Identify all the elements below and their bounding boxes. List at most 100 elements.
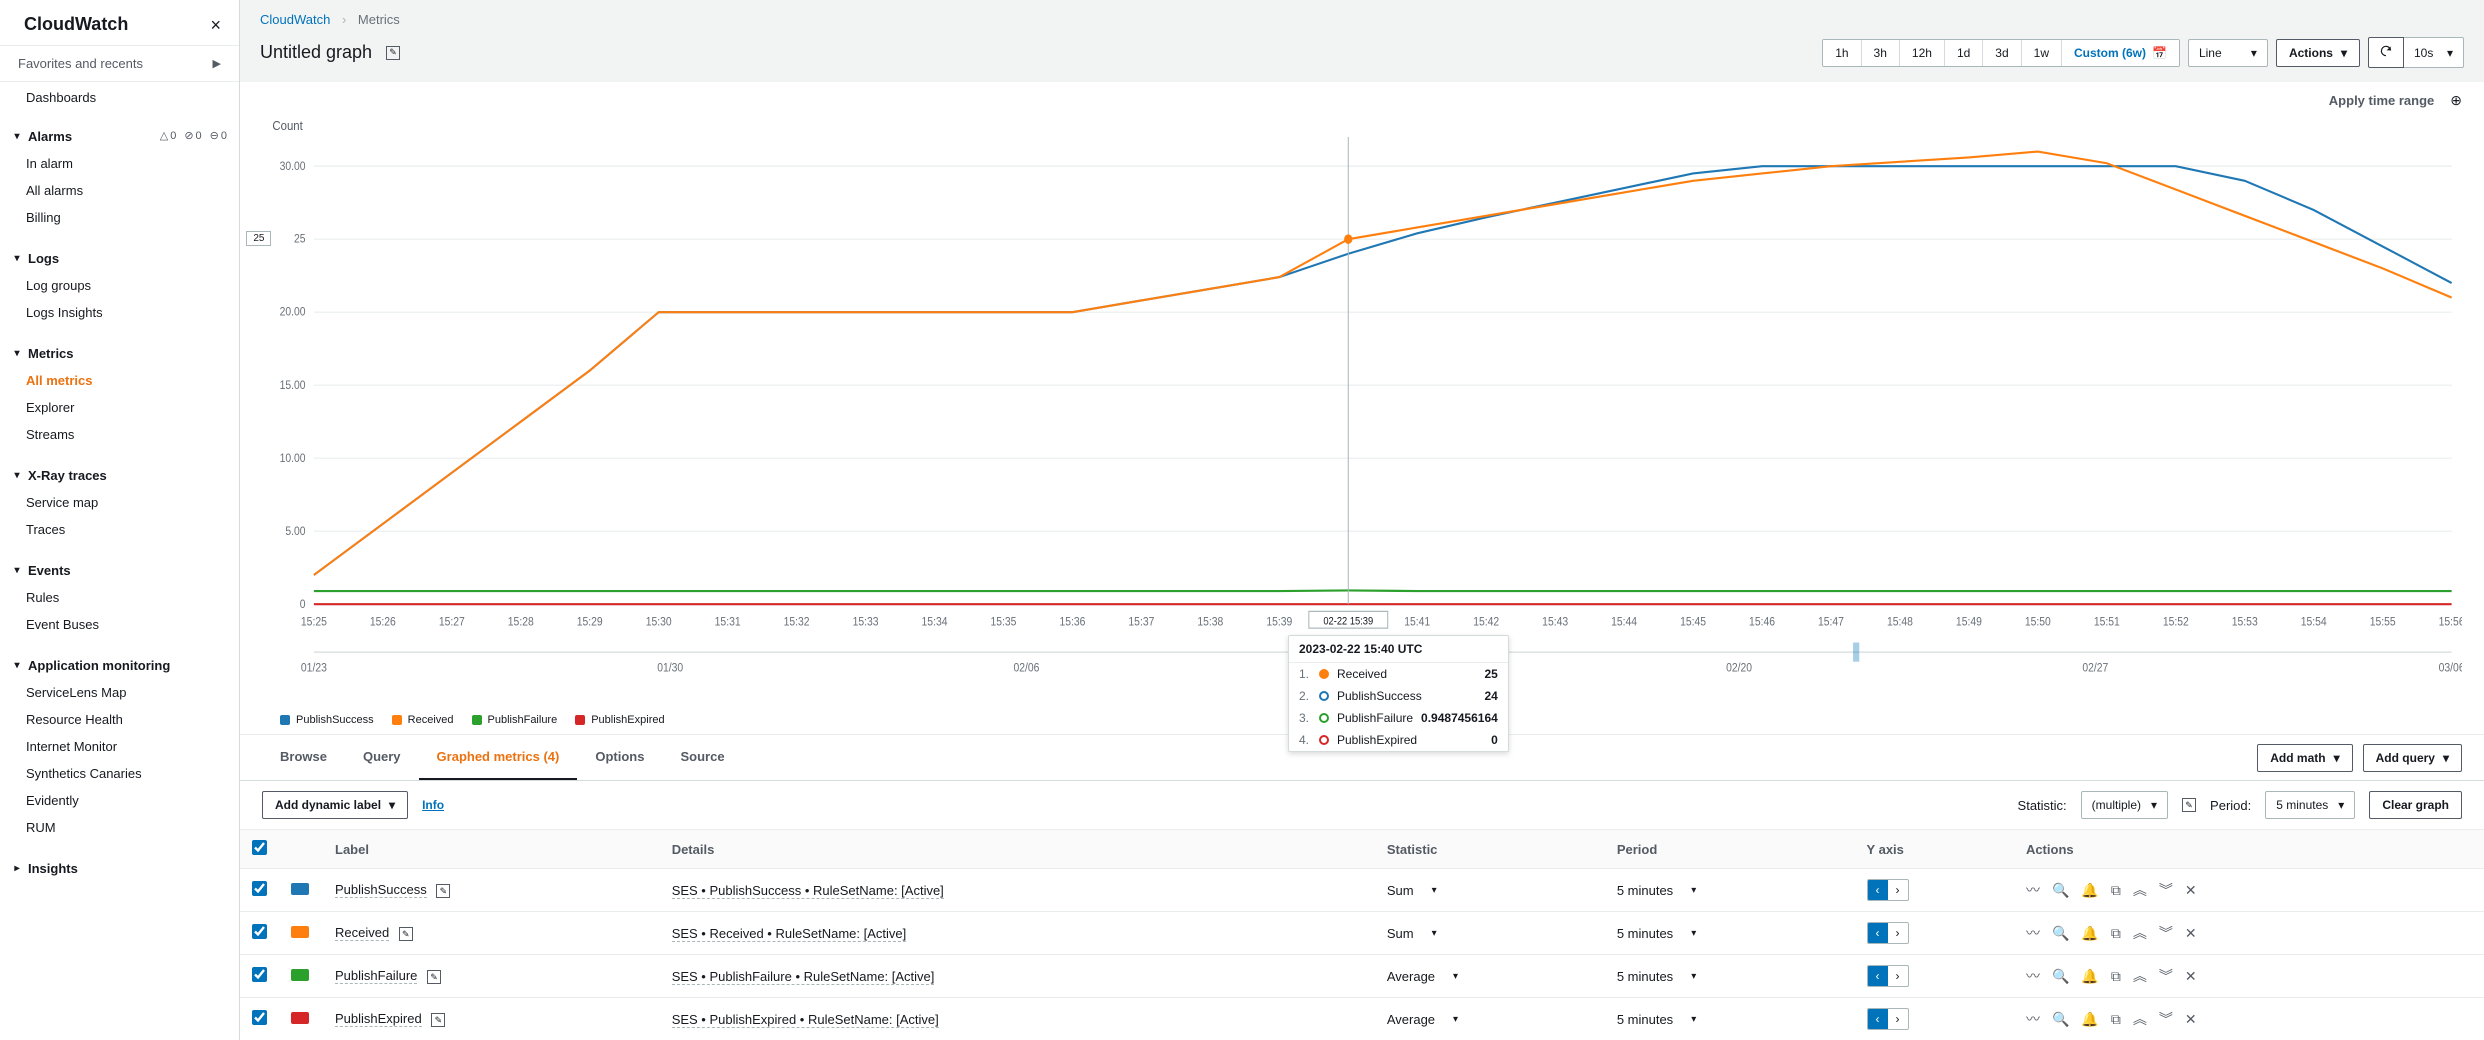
row-copy-icon[interactable]: ⧉ [2111,882,2121,899]
metric-label[interactable]: Received [335,925,389,941]
nav-group-appmon[interactable]: ▾ Application monitoring [0,650,239,679]
row-down-icon[interactable]: ︾ [2159,966,2173,986]
row-down-icon[interactable]: ︾ [2159,880,2173,900]
nav-dashboards[interactable]: Dashboards [0,82,239,113]
sidebar-item-in-alarm[interactable]: In alarm [0,150,239,177]
add-query-button[interactable]: Add query ▾ [2363,744,2462,772]
chart-area[interactable]: Count05.0010.0015.0020.002530.0015:2515:… [240,113,2484,712]
row-checkbox[interactable] [252,881,267,896]
row-period-select[interactable]: 5 minutes▾ [1617,1012,1696,1027]
y-axis-toggle[interactable]: ‹› [1867,1008,1909,1030]
row-stat-select[interactable]: Average▾ [1387,1012,1458,1027]
row-chart-icon[interactable]: 〰 [2026,966,2040,986]
metric-details[interactable]: SES • PublishExpired • RuleSetName: [Act… [672,1012,939,1028]
apply-time-range[interactable]: Apply time range [2329,93,2434,108]
row-search-icon[interactable]: 🔍 [2052,1011,2069,1028]
row-alarm-icon[interactable]: 🔔 [2081,968,2098,985]
row-search-icon[interactable]: 🔍 [2052,925,2069,942]
legend-received[interactable]: Received [392,714,454,726]
sidebar-item-servicelens-map[interactable]: ServiceLens Map [0,679,239,706]
metric-details[interactable]: SES • PublishFailure • RuleSetName: [Act… [672,969,935,985]
tab-browse[interactable]: Browse [262,735,345,780]
row-remove-icon[interactable]: ✕ [2185,968,2197,985]
actions-button[interactable]: Actions ▾ [2276,39,2360,67]
edit-label-icon[interactable]: ✎ [427,970,441,984]
sidebar-item-all-alarms[interactable]: All alarms [0,177,239,204]
range-custom6w[interactable]: Custom (6w)📅 [2062,40,2179,66]
tab-graphed[interactable]: Graphed metrics (4) [419,735,578,780]
row-search-icon[interactable]: 🔍 [2052,968,2069,985]
breadcrumb-root[interactable]: CloudWatch [260,12,330,27]
row-down-icon[interactable]: ︾ [2159,923,2173,943]
edit-label-icon[interactable]: ✎ [436,884,450,898]
sidebar-item-streams[interactable]: Streams [0,421,239,448]
row-checkbox[interactable] [252,967,267,982]
range-3h[interactable]: 3h [1862,40,1900,66]
row-alarm-icon[interactable]: 🔔 [2081,882,2098,899]
edit-label-icon[interactable]: ✎ [431,1013,445,1027]
row-search-icon[interactable]: 🔍 [2052,882,2069,899]
metric-label[interactable]: PublishFailure [335,968,417,984]
refresh-button[interactable] [2368,37,2404,68]
row-period-select[interactable]: 5 minutes▾ [1617,926,1696,941]
select-all-checkbox[interactable] [252,840,267,855]
color-swatch[interactable] [291,1012,309,1024]
tab-source[interactable]: Source [662,735,742,780]
sidebar-item-evidently[interactable]: Evidently [0,787,239,814]
row-up-icon[interactable]: ︽ [2133,1009,2147,1029]
range-1h[interactable]: 1h [1823,40,1861,66]
metric-label[interactable]: PublishSuccess [335,882,427,898]
row-period-select[interactable]: 5 minutes▾ [1617,969,1696,984]
tab-options[interactable]: Options [577,735,662,780]
row-alarm-icon[interactable]: 🔔 [2081,925,2098,942]
nav-group-logs[interactable]: ▾ Logs [0,243,239,272]
period-select[interactable]: 5 minutes ▾ [2265,791,2355,819]
row-up-icon[interactable]: ︽ [2133,966,2147,986]
sidebar-item-traces[interactable]: Traces [0,516,239,543]
edit-title-icon[interactable]: ✎ [386,46,400,60]
sidebar-close-icon[interactable]: × [210,16,221,34]
row-copy-icon[interactable]: ⧉ [2111,1011,2121,1028]
nav-group-events[interactable]: ▾ Events [0,555,239,584]
nav-group-metrics[interactable]: ▾ Metrics [0,338,239,367]
nav-group-xray[interactable]: ▾ X-Ray traces [0,460,239,489]
metric-label[interactable]: PublishExpired [335,1011,422,1027]
sidebar-item-service-map[interactable]: Service map [0,489,239,516]
range-12h[interactable]: 12h [1900,40,1945,66]
row-chart-icon[interactable]: 〰 [2026,923,2040,943]
row-remove-icon[interactable]: ✕ [2185,882,2197,899]
row-alarm-icon[interactable]: 🔔 [2081,1011,2098,1028]
legend-publishexpired[interactable]: PublishExpired [575,714,664,726]
sidebar-item-rules[interactable]: Rules [0,584,239,611]
range-1w[interactable]: 1w [2022,40,2062,66]
favorites-recents[interactable]: Favorites and recents ▶ [0,45,239,82]
nav-group-alarms[interactable]: ▾ Alarms [0,121,90,150]
color-swatch[interactable] [291,926,309,938]
sidebar-item-internet-monitor[interactable]: Internet Monitor [0,733,239,760]
add-math-button[interactable]: Add math ▾ [2257,744,2352,772]
tab-query[interactable]: Query [345,735,419,780]
edit-statistic-icon[interactable]: ✎ [2182,798,2196,812]
row-stat-select[interactable]: Average▾ [1387,969,1458,984]
row-checkbox[interactable] [252,1010,267,1025]
metric-details[interactable]: SES • Received • RuleSetName: [Active] [672,926,907,942]
y-axis-toggle[interactable]: ‹› [1867,922,1909,944]
edit-label-icon[interactable]: ✎ [399,927,413,941]
row-period-select[interactable]: 5 minutes▾ [1617,883,1696,898]
statistic-select[interactable]: (multiple) ▾ [2081,791,2168,819]
row-stat-select[interactable]: Sum▾ [1387,883,1437,898]
sidebar-item-event-buses[interactable]: Event Buses [0,611,239,638]
zoom-icon[interactable]: ⊕ [2450,92,2462,109]
y-axis-toggle[interactable]: ‹› [1867,965,1909,987]
refresh-interval-select[interactable]: 10s ▾ [2404,37,2464,68]
info-link[interactable]: Info [422,798,444,812]
nav-group-insights[interactable]: ▸ Insights [0,853,239,882]
graph-type-select[interactable]: Line ▾ [2188,39,2268,67]
legend-publishfailure[interactable]: PublishFailure [472,714,558,726]
row-remove-icon[interactable]: ✕ [2185,925,2197,942]
row-chart-icon[interactable]: 〰 [2026,880,2040,900]
row-checkbox[interactable] [252,924,267,939]
sidebar-item-rum[interactable]: RUM [0,814,239,841]
metric-details[interactable]: SES • PublishSuccess • RuleSetName: [Act… [672,883,944,899]
row-copy-icon[interactable]: ⧉ [2111,925,2121,942]
